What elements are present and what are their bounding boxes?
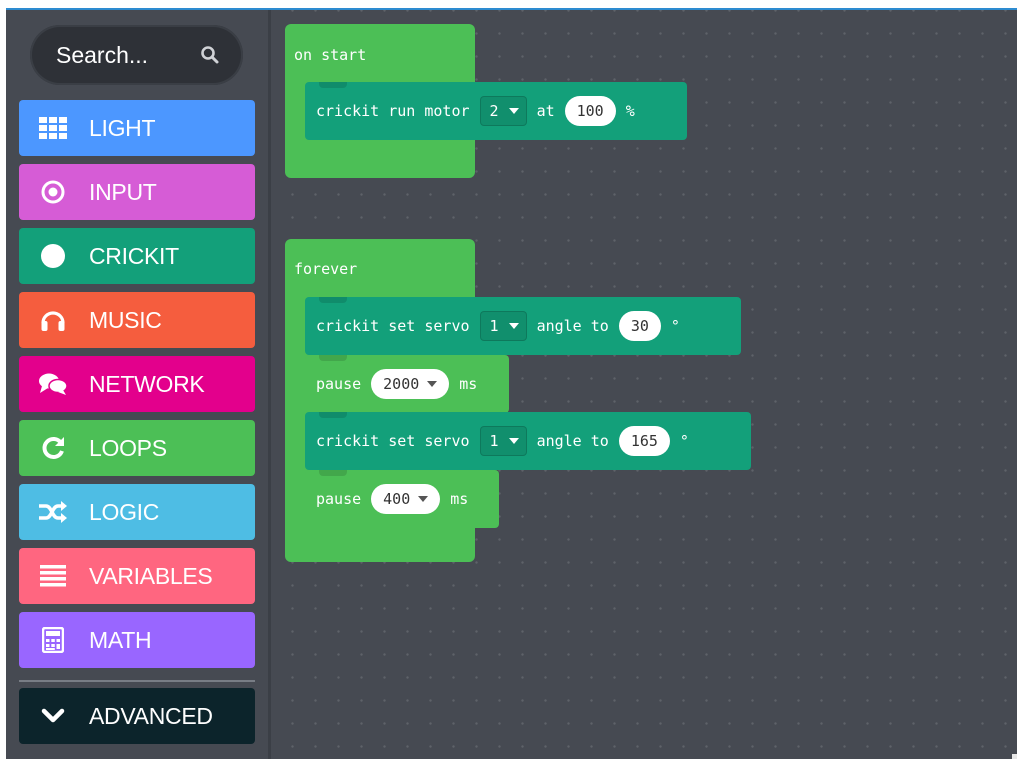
- ms-label: ms: [459, 375, 478, 393]
- pause-duration-dropdown[interactable]: 400: [371, 484, 441, 514]
- on-start-label: on start: [294, 46, 367, 64]
- category-network[interactable]: NETWORK: [19, 356, 255, 412]
- radio-target-icon: [37, 178, 69, 206]
- chat-bubbles-icon: [37, 370, 69, 398]
- block-text: crickit set servo: [316, 317, 470, 335]
- angle-to-label: angle to: [536, 317, 609, 335]
- block-text: crickit run motor: [316, 102, 470, 120]
- crickit-set-servo-block[interactable]: crickit set servo 1 angle to 30 °: [305, 297, 741, 355]
- servo-value: 1: [489, 432, 499, 450]
- chevron-down-icon: [37, 702, 69, 730]
- servo-value: 1: [489, 317, 499, 335]
- category-label: MATH: [89, 627, 152, 653]
- servo-dropdown[interactable]: 1: [479, 311, 527, 341]
- category-logic[interactable]: LOGIC: [19, 484, 255, 540]
- degree-label: °: [679, 432, 689, 450]
- caret-down-icon: [508, 438, 519, 444]
- category-label: CRICKIT: [89, 243, 179, 269]
- search-box[interactable]: [30, 25, 243, 85]
- category-crickit[interactable]: CRICKIT: [19, 228, 255, 284]
- category-music[interactable]: MUSIC: [19, 292, 255, 348]
- crickit-run-motor-block[interactable]: crickit run motor 2 at 100 %: [305, 82, 687, 140]
- angle-input[interactable]: 165: [618, 426, 670, 456]
- refresh-icon: [37, 434, 69, 462]
- search-input[interactable]: [56, 25, 196, 85]
- makecode-editor: LIGHT INPUT CRICKIT: [6, 8, 1017, 759]
- calculator-icon: [37, 626, 69, 654]
- pause-block[interactable]: pause 2000 ms: [305, 355, 509, 413]
- toolbox: LIGHT INPUT CRICKIT: [6, 10, 268, 759]
- category-light[interactable]: LIGHT: [19, 100, 255, 156]
- category-label: ADVANCED: [89, 703, 213, 729]
- list-lines-icon: [37, 562, 69, 590]
- pause-duration-dropdown[interactable]: 2000: [371, 369, 450, 399]
- circle-icon: [37, 242, 69, 270]
- percent-label: %: [625, 102, 635, 120]
- block-notch: [319, 355, 347, 361]
- grid-icon: [37, 114, 69, 142]
- category-loops[interactable]: LOOPS: [19, 420, 255, 476]
- motor-value: 2: [489, 102, 499, 120]
- headphones-icon: [37, 306, 69, 334]
- category-label: LOOPS: [89, 435, 167, 461]
- block-notch: [319, 412, 347, 418]
- degree-label: °: [670, 317, 680, 335]
- pause-label: pause: [316, 375, 362, 393]
- search-icon[interactable]: [200, 45, 220, 65]
- category-label: VARIABLES: [89, 563, 213, 589]
- blocks-workspace[interactable]: on start crickit run motor 2 at 100 % fo…: [271, 10, 1017, 759]
- caret-down-icon: [508, 323, 519, 329]
- category-label: NETWORK: [89, 371, 205, 397]
- block-notch: [319, 297, 347, 303]
- category-advanced[interactable]: ADVANCED: [19, 688, 255, 744]
- motor-dropdown[interactable]: 2: [479, 96, 527, 126]
- ms-label: ms: [450, 490, 469, 508]
- pause-block[interactable]: pause 400 ms: [305, 470, 499, 528]
- servo-dropdown[interactable]: 1: [479, 426, 527, 456]
- at-label: at: [536, 102, 555, 120]
- forever-label: forever: [294, 260, 358, 278]
- caret-down-icon: [508, 108, 519, 114]
- pause-value: 400: [383, 490, 411, 508]
- toolbox-divider: [19, 680, 255, 682]
- scrollbar-corner: [1012, 754, 1017, 759]
- category-label: INPUT: [89, 179, 157, 205]
- category-math[interactable]: MATH: [19, 612, 255, 668]
- speed-input[interactable]: 100: [564, 96, 616, 126]
- category-variables[interactable]: VARIABLES: [19, 548, 255, 604]
- block-notch: [319, 470, 347, 476]
- crickit-set-servo-block[interactable]: crickit set servo 1 angle to 165 °: [305, 412, 751, 470]
- block-text: crickit set servo: [316, 432, 470, 450]
- pause-value: 2000: [383, 375, 420, 393]
- caret-down-icon: [427, 381, 438, 387]
- block-notch: [319, 82, 347, 88]
- shuffle-icon: [37, 498, 69, 526]
- caret-down-icon: [418, 496, 429, 502]
- angle-to-label: angle to: [536, 432, 609, 450]
- category-label: LIGHT: [89, 115, 156, 141]
- category-label: MUSIC: [89, 307, 162, 333]
- pause-label: pause: [316, 490, 362, 508]
- category-input[interactable]: INPUT: [19, 164, 255, 220]
- angle-input[interactable]: 30: [618, 311, 661, 341]
- category-label: LOGIC: [89, 499, 160, 525]
